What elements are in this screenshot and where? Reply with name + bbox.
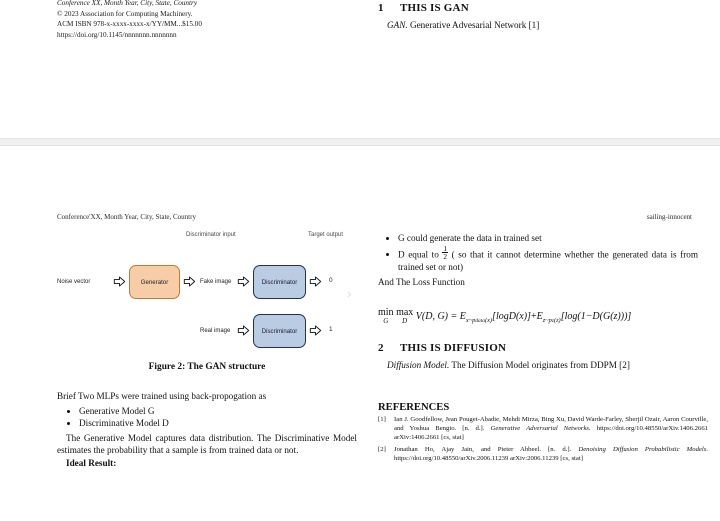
copyright-doi-link[interactable]: https://doi.org/10.1145/nnnnnnn.nnnnnnn <box>57 30 357 41</box>
figure-node-discriminator-bottom[interactable]: Discriminator <box>253 314 306 348</box>
reference-authors: Jonathan Ho, Ajay Jain, and Pieter Abbee… <box>394 445 572 453</box>
left-bullet-list: Generative Model G Discriminative Model … <box>57 405 357 430</box>
ideal-result-label: Ideal Result: <box>66 457 117 468</box>
copyright-line-1: Conference XX, Month Year, City, State, … <box>57 0 198 7</box>
figure-node-discriminator-bottom-label: Discriminator <box>261 327 298 335</box>
bullet-2-head: D equal to <box>398 249 443 260</box>
reference-title: Denoising Diffusion Probabilistic Models… <box>578 445 709 453</box>
section-diffusion-number: 2 <box>378 342 384 354</box>
page-separator <box>0 138 720 146</box>
equation-max-operator: max D <box>396 307 414 326</box>
acm-copyright-block: Conference XX, Month Year, City, State, … <box>57 0 357 40</box>
section-diffusion: 2 THIS IS DIFFUSION Diffusion Model. The … <box>378 342 698 372</box>
section-gan: 1 THIS IS GAN GAN. Generative Advesarial … <box>378 2 698 32</box>
list-item: Discriminative Model D <box>79 417 357 430</box>
figure-label-discriminator-input: Discriminator input <box>186 232 236 238</box>
arrow-right-icon-3 <box>237 276 250 287</box>
figure-node-discriminator-top-label: Discriminator <box>261 278 298 286</box>
equation-term2-subscript3: (z) <box>553 316 561 324</box>
reference-meta[interactable]: https://doi.org/10.48550/arXiv.2006.1123… <box>394 455 583 462</box>
list-item: Generative Model G <box>79 405 357 418</box>
section-diffusion-paragraph: Diffusion Model. The Diffusion Model ori… <box>378 359 698 372</box>
figure-caption: Figure 2: The GAN structure <box>148 362 266 372</box>
equation-term2-body: [log(1−D(G(z)))] <box>560 310 632 322</box>
section-diffusion-text: The Diffusion Model originates from DDPM… <box>451 360 630 370</box>
figure-gan-structure: Discriminator input Target output Noise … <box>57 232 357 358</box>
copyright-line-2: © 2023 Association for Computing Machine… <box>57 9 193 18</box>
reference-marker: [1] <box>378 416 386 423</box>
document-viewer[interactable]: Conference XX, Month Year, City, State, … <box>0 0 720 521</box>
fraction-one-half: 12 <box>442 243 449 262</box>
chevron-right-icon[interactable]: › <box>347 287 351 300</box>
section-diffusion-title: THIS IS DIFFUSION <box>400 342 507 354</box>
section-gan-leadin: GAN. <box>387 20 408 30</box>
reference-item: [2] Jonathan Ho, Ajay Jain, and Pieter A… <box>378 446 708 464</box>
figure-real-image-label: Real image <box>200 328 231 334</box>
arrow-right-icon-1 <box>113 276 126 287</box>
equation-term1-subscript: x~p <box>465 316 476 324</box>
figure-output-bottom: 1 <box>329 326 333 333</box>
equation-term2-subscript: z~p <box>542 316 552 324</box>
figure-label-target-output: Target output <box>308 232 344 238</box>
section-gan-heading: 1 THIS IS GAN <box>378 2 698 14</box>
arrow-right-icon-4 <box>309 276 322 287</box>
figure-noise-vector-label: Noise vector <box>57 279 91 285</box>
running-head-left: Conference'XX, Month Year, City, State, … <box>57 213 196 221</box>
equation-min-operator: min G <box>378 307 394 326</box>
page-one: Conference XX, Month Year, City, State, … <box>0 0 720 138</box>
left-paragraph: The Generative Model captures data distr… <box>57 432 357 456</box>
left-intro-text: Brief Two MLPs were trained using back-p… <box>57 391 267 401</box>
section-gan-text: Generative Advesarial Network [1] <box>409 20 540 30</box>
figure-node-generator[interactable]: Generator <box>129 265 180 299</box>
copyright-line-3: ACM ISBN 978-x-xxxx-xxxx-x/YY/MM...$15.0… <box>57 20 202 29</box>
arrow-right-icon-5 <box>237 325 250 336</box>
references-section: REFERENCES [1] Ian J. Goodfellow, Jean P… <box>378 402 708 467</box>
loss-function-lead: And The Loss Function <box>378 277 465 288</box>
list-item: D equal to 12 ( so that it cannot determ… <box>398 245 698 274</box>
page-separator-top-edge <box>0 138 720 139</box>
right-bullet-list: G could generate the data in trained set… <box>378 232 698 274</box>
reference-title: Generative Adversarial Networks. <box>490 424 591 432</box>
left-column-body: Brief Two MLPs were trained using back-p… <box>57 390 357 470</box>
equation-term1-subscript2: data <box>475 317 485 324</box>
equation-term1-body: [logD(x)] <box>492 310 531 322</box>
references-heading: REFERENCES <box>378 402 450 413</box>
reference-item: [1] Ian J. Goodfellow, Jean Pouget-Abadi… <box>378 416 708 443</box>
figure-output-top: 0 <box>329 277 333 284</box>
list-item: G could generate the data in trained set <box>398 232 698 245</box>
equation-term1-subscript3: (x) <box>484 316 493 324</box>
section-gan-paragraph: GAN. Generative Advesarial Network [1] <box>378 19 698 32</box>
running-head-right: sailing-innocent <box>646 213 692 221</box>
figure-node-generator-label: Generator <box>140 278 169 286</box>
figure-node-discriminator-top[interactable]: Discriminator <box>253 265 306 299</box>
reference-marker: [2] <box>378 445 386 453</box>
equation-value-function: V(D, G) = <box>415 310 458 322</box>
section-gan-number: 1 <box>378 2 384 14</box>
section-gan-title: THIS IS GAN <box>400 2 469 14</box>
section-diffusion-heading: 2 THIS IS DIFFUSION <box>378 342 698 354</box>
figure-fake-image-label: Fake image <box>200 279 232 285</box>
right-column-body: G could generate the data in trained set… <box>378 232 698 289</box>
arrow-right-icon-2 <box>183 276 196 287</box>
section-diffusion-leadin: Diffusion Model. <box>387 360 450 370</box>
equation-gan-minimax: min G max D V(D, G) = Ex~pdata(x)[logD(x… <box>378 307 708 334</box>
arrow-right-icon-6 <box>309 325 322 336</box>
